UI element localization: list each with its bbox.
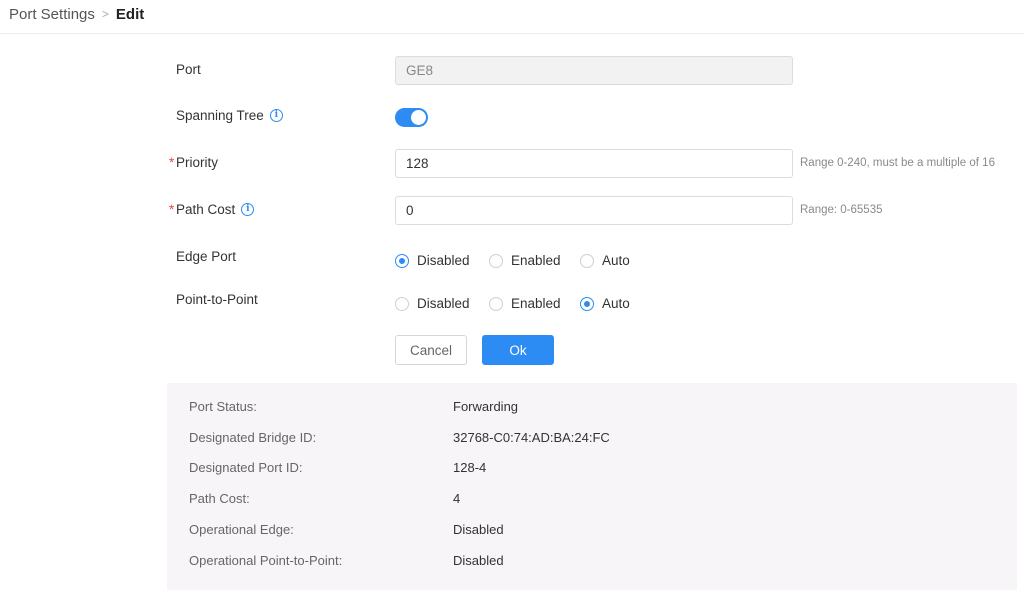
radio-label: Disabled <box>417 296 470 311</box>
spanning-tree-label-group: Spanning Tree i <box>176 108 283 123</box>
status-label: Operational Edge: <box>189 522 294 537</box>
cancel-button[interactable]: Cancel <box>395 335 467 365</box>
breadcrumb: Port Settings > Edit <box>9 4 144 24</box>
chevron-right-icon: > <box>101 7 109 21</box>
page-title: Edit <box>115 5 145 23</box>
priority-hint: Range 0-240, must be a multiple of 16 <box>800 157 995 169</box>
status-value: 4 <box>453 491 461 506</box>
path-cost-row: * Path Cost i 0 Range: 0-65535 <box>0 196 1024 225</box>
radio-label: Enabled <box>511 296 561 311</box>
path-cost-label: Path Cost <box>176 202 236 217</box>
status-value: Forwarding <box>453 399 519 414</box>
port-label: Port <box>176 62 201 77</box>
toggle-knob <box>411 110 426 125</box>
radio-circle <box>489 296 503 311</box>
status-label: Designated Bridge ID: <box>189 430 317 445</box>
edge-port-radio-auto[interactable]: Auto <box>580 253 630 268</box>
header-divider <box>0 33 1024 34</box>
port-input: GE8 <box>395 56 793 85</box>
port-status-panel: Port Status: Forwarding Designated Bridg… <box>167 383 1017 590</box>
status-value: Disabled <box>453 522 504 537</box>
edge-port-radio-group: Disabled Enabled Auto <box>395 253 630 268</box>
path-cost-hint: Range: 0-65535 <box>800 204 883 216</box>
radio-label: Auto <box>602 296 630 311</box>
status-value: 32768-C0:74:AD:BA:24:FC <box>453 430 610 445</box>
edge-port-radio-enabled[interactable]: Enabled <box>489 253 580 268</box>
path-cost-input[interactable]: 0 <box>395 196 793 225</box>
priority-label: Priority <box>176 155 219 170</box>
edge-port-row: Edge Port Disabled Enabled Auto <box>0 249 1024 271</box>
status-label: Path Cost: <box>189 491 250 506</box>
radio-circle <box>580 296 594 311</box>
spanning-tree-toggle[interactable] <box>395 108 428 127</box>
status-label: Port Status: <box>189 399 257 414</box>
radio-label: Disabled <box>417 253 470 268</box>
point-to-point-row: Point-to-Point Disabled Enabled Auto <box>0 292 1024 314</box>
edge-port-radio-disabled[interactable]: Disabled <box>395 253 489 268</box>
priority-input[interactable]: 128 <box>395 149 793 178</box>
radio-circle <box>489 253 503 268</box>
point-to-point-radio-enabled[interactable]: Enabled <box>489 296 580 311</box>
status-label: Operational Point-to-Point: <box>189 553 343 568</box>
point-to-point-label: Point-to-Point <box>176 292 258 307</box>
info-icon[interactable]: i <box>269 109 283 122</box>
radio-circle <box>395 296 409 311</box>
priority-row: * Priority 128 Range 0-240, must be a mu… <box>0 149 1024 178</box>
point-to-point-radio-group: Disabled Enabled Auto <box>395 296 630 311</box>
status-value: 128-4 <box>453 460 487 475</box>
required-asterisk: * <box>169 202 175 217</box>
radio-circle <box>580 253 594 268</box>
point-to-point-radio-disabled[interactable]: Disabled <box>395 296 489 311</box>
path-cost-label-group: * Path Cost i <box>169 202 255 217</box>
breadcrumb-port-settings-link[interactable]: Port Settings <box>9 6 95 23</box>
status-label: Designated Port ID: <box>189 460 303 475</box>
ok-button[interactable]: Ok <box>482 335 554 365</box>
port-row: Port GE8 <box>0 56 1024 85</box>
point-to-point-radio-auto[interactable]: Auto <box>580 296 630 311</box>
radio-circle <box>395 253 409 268</box>
radio-label: Auto <box>602 253 630 268</box>
info-icon[interactable]: i <box>241 203 255 216</box>
status-value: Disabled <box>453 553 504 568</box>
spanning-tree-row: Spanning Tree i <box>0 108 1024 128</box>
radio-label: Enabled <box>511 253 561 268</box>
spanning-tree-label: Spanning Tree <box>176 108 264 123</box>
priority-label-group: * Priority <box>169 155 219 170</box>
edge-port-label: Edge Port <box>176 249 237 264</box>
required-asterisk: * <box>169 155 175 170</box>
